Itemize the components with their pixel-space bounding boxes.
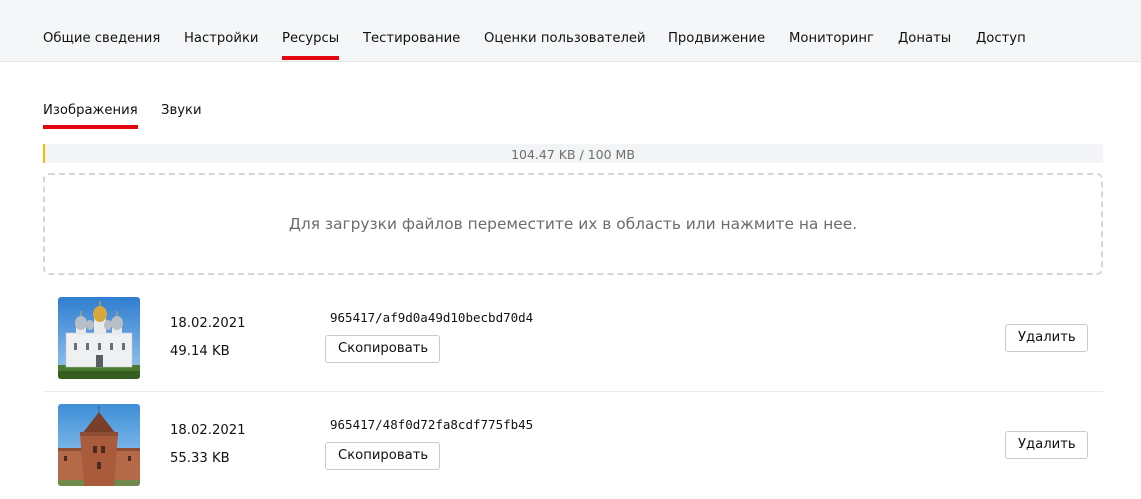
- delete-button[interactable]: Удалить: [1005, 324, 1088, 352]
- tab-resources[interactable]: Ресурсы: [282, 31, 340, 60]
- tab-settings[interactable]: Настройки: [184, 31, 258, 46]
- tab-general-info[interactable]: Общие сведения: [43, 31, 160, 46]
- tower-photo: [58, 404, 140, 486]
- resource-id: 965417/af9d0a49d10becbd70d4: [330, 310, 534, 325]
- tab-donations[interactable]: Донаты: [898, 31, 951, 46]
- resource-size: 55.33 KB: [170, 451, 230, 466]
- top-navigation: Общие сведения Настройки Ресурсы Тестиро…: [0, 0, 1141, 62]
- resource-size: 49.14 KB: [170, 344, 230, 359]
- resource-thumbnail: [58, 404, 140, 486]
- resource-row: 18.02.2021 55.33 KB 965417/48f0d72fa8cdf…: [43, 392, 1103, 499]
- tab-testing[interactable]: Тестирование: [363, 31, 460, 46]
- tab-sounds[interactable]: Звуки: [161, 103, 202, 118]
- resource-id: 965417/48f0d72fa8cdf775fb45: [330, 417, 534, 432]
- tab-access[interactable]: Доступ: [976, 31, 1026, 46]
- resource-date: 18.02.2021: [170, 316, 246, 331]
- tab-images[interactable]: Изображения: [43, 103, 138, 129]
- tab-promotion[interactable]: Продвижение: [668, 31, 765, 46]
- resource-date: 18.02.2021: [170, 423, 246, 438]
- resource-thumbnail: [58, 297, 140, 379]
- tab-monitoring[interactable]: Мониторинг: [789, 31, 874, 46]
- upload-dropzone[interactable]: Для загрузки файлов переместите их в обл…: [43, 173, 1103, 275]
- copy-button[interactable]: Скопировать: [325, 442, 440, 470]
- tab-user-ratings[interactable]: Оценки пользователей: [484, 31, 646, 46]
- storage-quota-bar: 104.47 KB / 100 MB: [43, 144, 1103, 163]
- upload-dropzone-text: Для загрузки файлов переместите их в обл…: [288, 215, 858, 233]
- copy-button[interactable]: Скопировать: [325, 335, 440, 363]
- delete-button[interactable]: Удалить: [1005, 431, 1088, 459]
- storage-quota-text: 104.47 KB / 100 MB: [511, 147, 635, 162]
- resource-row: 18.02.2021 49.14 KB 965417/af9d0a49d10be…: [43, 285, 1103, 392]
- cathedral-photo: [58, 297, 140, 379]
